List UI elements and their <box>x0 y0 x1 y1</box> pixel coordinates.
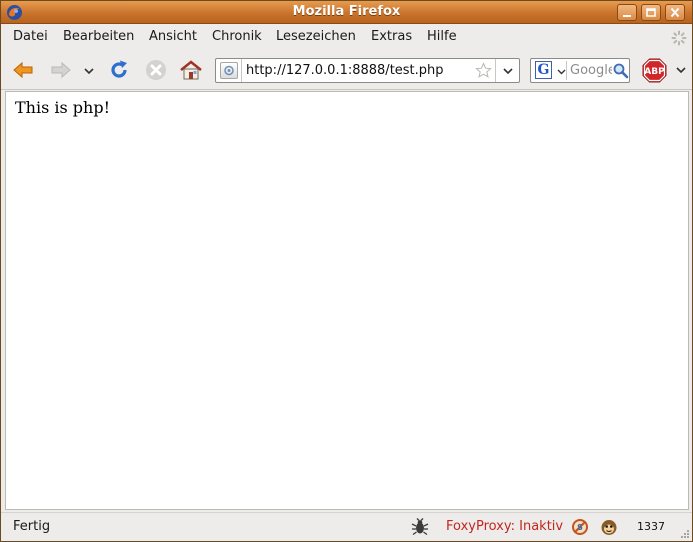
navigation-toolbar: G ABP <box>1 50 692 90</box>
reload-icon <box>111 60 127 78</box>
maximize-icon <box>646 8 656 17</box>
stop-icon <box>146 60 166 80</box>
foxyproxy-status[interactable]: FoxyProxy: Inaktiv <box>446 519 563 534</box>
menu-hilfe[interactable]: Hilfe <box>427 29 457 44</box>
reload-button[interactable] <box>105 56 133 84</box>
status-counter: 1337 <box>637 520 665 533</box>
title-bar[interactable]: Mozilla Firefox <box>1 1 692 24</box>
search-engine-selector[interactable]: G <box>533 61 567 80</box>
chevron-down-icon <box>557 69 566 75</box>
svg-text:S: S <box>577 523 583 532</box>
minimize-button[interactable] <box>617 4 637 21</box>
google-engine-icon: G <box>535 61 552 79</box>
star-icon[interactable] <box>475 62 492 79</box>
menu-lesezeichen[interactable]: Lesezeichen <box>276 29 356 44</box>
magnifier-icon[interactable] <box>612 62 629 79</box>
chevron-down-icon <box>84 68 94 75</box>
chevron-down-icon[interactable] <box>675 67 687 75</box>
menu-datei[interactable]: Datei <box>13 29 48 44</box>
firebug-icon[interactable] <box>411 518 429 536</box>
page-content: This is php! <box>5 91 689 510</box>
status-bar: Fertig FoxyProxy: Inaktiv S 1337 <box>1 512 692 541</box>
url-dropdown-button[interactable] <box>495 59 519 82</box>
home-icon <box>180 60 202 80</box>
page-icon <box>220 62 238 79</box>
url-bar[interactable] <box>215 58 520 83</box>
page-text: This is php! <box>15 98 111 117</box>
history-dropdown-button[interactable] <box>81 56 97 84</box>
menu-bar: Datei Bearbeiten Ansicht Chronik Lesezei… <box>1 25 692 50</box>
maximize-button[interactable] <box>641 4 661 21</box>
forward-arrow-icon <box>51 61 71 79</box>
search-bar[interactable]: G <box>530 58 630 83</box>
chevron-down-icon <box>503 68 513 75</box>
search-input[interactable] <box>570 62 612 79</box>
forward-button[interactable] <box>47 56 75 84</box>
close-icon <box>670 7 680 18</box>
menu-extras[interactable]: Extras <box>371 29 412 44</box>
close-button[interactable] <box>665 4 685 21</box>
url-separator <box>241 59 242 82</box>
greasemonkey-icon[interactable] <box>600 518 618 536</box>
menu-bearbeiten[interactable]: Bearbeiten <box>63 29 134 44</box>
menu-chronik[interactable]: Chronik <box>212 29 262 44</box>
adblock-plus-icon[interactable]: ABP <box>642 58 667 83</box>
abp-label: ABP <box>644 67 665 77</box>
home-button[interactable] <box>177 56 205 84</box>
window-title: Mozilla Firefox <box>292 4 401 19</box>
throbber-icon <box>671 30 687 46</box>
url-input[interactable] <box>246 62 476 79</box>
menu-ansicht[interactable]: Ansicht <box>149 29 197 44</box>
noscript-icon[interactable]: S <box>571 518 589 536</box>
minimize-icon <box>623 15 631 17</box>
back-button[interactable] <box>9 56 37 84</box>
browser-window: Mozilla Firefox Datei Bearbeiten Ansicht… <box>0 0 693 542</box>
resize-grip-icon[interactable] <box>679 528 690 539</box>
stop-button[interactable] <box>142 56 170 84</box>
back-arrow-icon <box>13 61 33 79</box>
status-text: Fertig <box>13 519 51 534</box>
